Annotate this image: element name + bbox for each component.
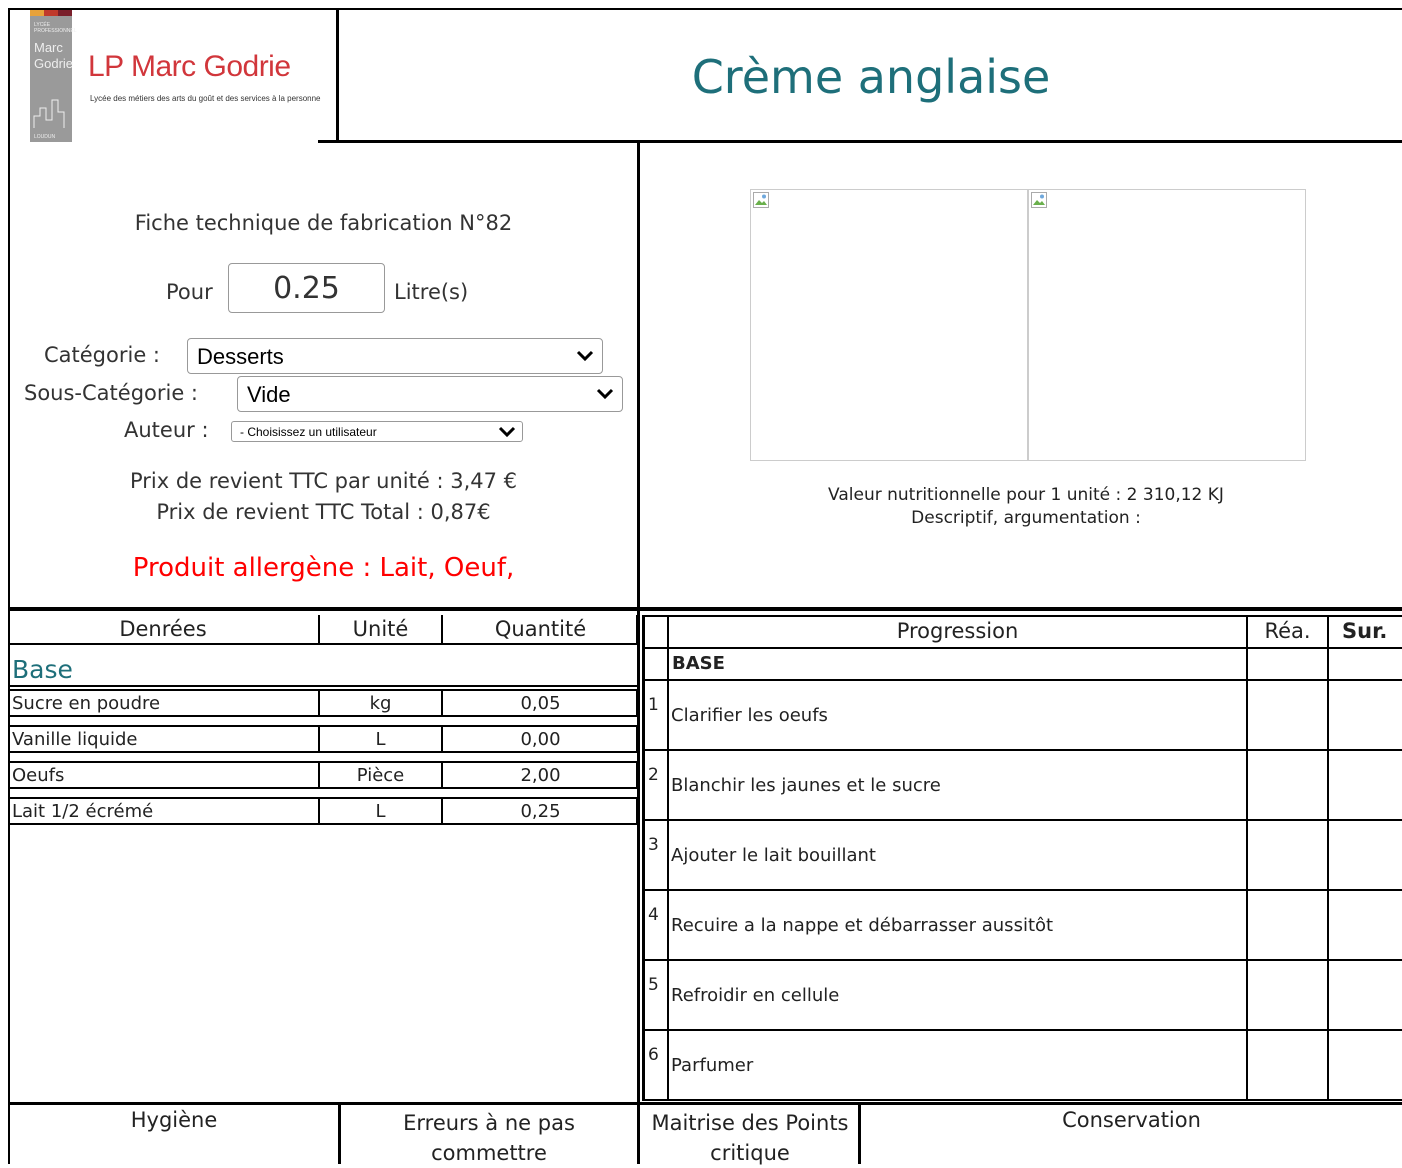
ingredient-name: Oeufs — [12, 765, 65, 786]
logo-tagline: Lycée des métiers des arts du goût et de… — [90, 94, 321, 103]
col-header-sur: Sur. — [1342, 619, 1388, 643]
step-number: 5 — [648, 975, 659, 995]
broken-image-icon — [753, 192, 769, 208]
ingredient-name: Sucre en poudre — [12, 693, 161, 714]
ingredient-name: Lait 1/2 écrémé — [12, 801, 154, 822]
logo-strip-line: PROFESSIONNEL — [34, 28, 77, 34]
recipe-image — [1028, 189, 1306, 461]
page-title: Crème anglaise — [691, 50, 1051, 104]
logo-strip-line: Godrie — [34, 56, 74, 71]
chevron-down-icon — [498, 426, 516, 438]
step-text: Parfumer — [671, 1055, 754, 1076]
ingredient-unit: L — [375, 801, 386, 822]
ingredient-unit: kg — [369, 693, 392, 714]
sous-categorie-select[interactable]: Vide — [237, 376, 623, 412]
quantity-input[interactable] — [228, 263, 385, 313]
ingredient-qty: 0,00 — [520, 729, 561, 750]
step-number: 4 — [648, 905, 659, 925]
section-title: Base — [12, 655, 73, 684]
sous-categorie-value: Vide — [247, 382, 291, 407]
step-text: Ajouter le lait bouillant — [671, 845, 876, 866]
step-number: 1 — [648, 695, 659, 715]
categorie-select[interactable]: Desserts — [187, 338, 603, 374]
col-header-rea: Réa. — [1264, 619, 1311, 643]
categorie-label: Catégorie : — [44, 343, 161, 367]
step-number: 2 — [648, 765, 659, 785]
progression-section: BASE — [672, 653, 725, 674]
descriptif-label: Descriptif, argumentation : — [911, 508, 1141, 528]
logo-strip-line: Marc — [34, 40, 63, 55]
chevron-down-icon — [576, 350, 594, 362]
ingredient-unit: L — [375, 729, 386, 750]
ingredient-name: Vanille liquide — [12, 729, 138, 750]
city-skyline-icon — [33, 99, 65, 128]
footer-maitrise: Maitrise des Points critique — [651, 1111, 849, 1165]
auteur-value: - Choisissez un utilisateur — [240, 425, 377, 439]
chevron-down-icon — [596, 388, 614, 400]
nutrition-value: Valeur nutritionnelle pour 1 unité : 2 3… — [828, 485, 1224, 505]
footer-conservation: Conservation — [1062, 1108, 1201, 1132]
step-number: 6 — [648, 1045, 659, 1065]
progression-table: Progression Réa. Sur. BASE 1 Clarifier l… — [640, 611, 1402, 1101]
categorie-value: Desserts — [197, 344, 284, 369]
step-text: Recuire a la nappe et débarrasser aussit… — [671, 915, 1054, 936]
allergen-warning: Produit allergène : Lait, Oeuf, — [132, 553, 515, 583]
logo-strip-line: LOUDUN — [34, 134, 56, 140]
fiche-label: Fiche technique de fabrication N°82 — [134, 211, 513, 235]
logo-strip: LYCÉE PROFESSIONNEL Marc Godrie LOUDUN — [30, 10, 77, 142]
ingredient-unit: Pièce — [356, 765, 405, 786]
col-header-unite: Unité — [352, 617, 409, 641]
pour-label: Pour — [166, 280, 213, 304]
col-header-progression: Progression — [896, 619, 1019, 643]
prix-unite: Prix de revient TTC par unité : 3,47 € — [129, 469, 517, 493]
sous-categorie-label: Sous-Catégorie : — [24, 381, 199, 405]
auteur-label: Auteur : — [124, 418, 209, 442]
ingredient-qty: 0,05 — [520, 693, 561, 714]
step-text: Blanchir les jaunes et le sucre — [671, 775, 941, 796]
step-text: Refroidir en cellule — [671, 985, 840, 1006]
footer-erreurs: Erreurs à ne pas commettre — [403, 1111, 575, 1165]
prix-total: Prix de revient TTC Total : 0,87€ — [156, 500, 491, 524]
ingredients-table: Denrées Unité Quantité Base Sucre en pou… — [8, 611, 638, 825]
step-text: Clarifier les oeufs — [671, 705, 828, 726]
col-header-quantite: Quantité — [494, 617, 587, 641]
ingredient-qty: 2,00 — [520, 765, 561, 786]
unit-label: Litre(s) — [394, 280, 469, 304]
step-number: 3 — [648, 835, 659, 855]
col-header-denrees: Denrées — [119, 617, 207, 641]
logo-brand: LP Marc Godrie — [88, 50, 291, 83]
footer-hygiene: Hygiène — [130, 1108, 218, 1132]
ingredient-qty: 0,25 — [520, 801, 561, 822]
auteur-select[interactable]: - Choisissez un utilisateur — [231, 421, 523, 442]
broken-image-icon — [1031, 192, 1047, 208]
recipe-image — [750, 189, 1028, 461]
